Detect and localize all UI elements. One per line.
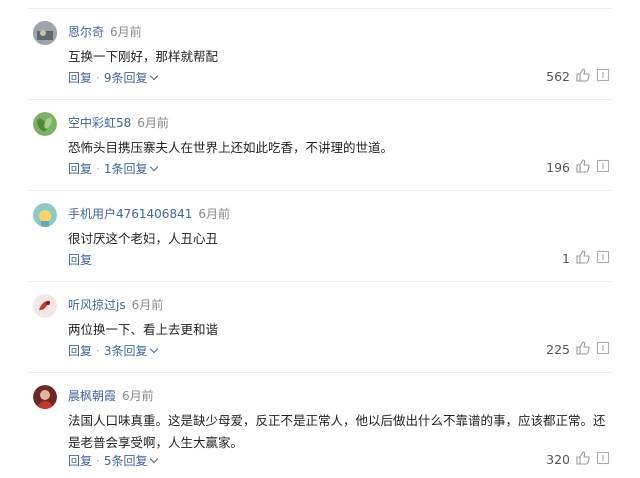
thumb-up-icon[interactable] (576, 341, 590, 358)
comment-stats: 225 (546, 341, 610, 358)
view-replies-button[interactable]: 3条回复 (103, 344, 159, 358)
replies-count: 1条回复 (103, 162, 148, 176)
reply-button[interactable]: 回复 (68, 253, 92, 267)
comment-header: 手机用户4761406841 6月前 (68, 205, 230, 222)
comment-header: 恩尔奇 6月前 (68, 23, 142, 40)
chevron-down-icon (150, 454, 159, 464)
comment-item: 恩尔奇 6月前 互换一下刚好，那样就帮配 回复 · 9条回复 562 (0, 21, 640, 91)
comment-header: 空中彩虹58 6月前 (68, 114, 169, 131)
like-count: 225 (546, 342, 570, 357)
comment-text: 恐怖头目携压寨夫人在世界上还如此吃香，不讲理的世道。 (68, 140, 394, 155)
timestamp: 6月前 (110, 25, 142, 39)
comment-actions: 回复 · 5条回复 (68, 452, 159, 469)
comment-item: 手机用户4761406841 6月前 很讨厌这个老妇，人丑心丑 回复 1 (0, 203, 640, 273)
chevron-down-icon (150, 71, 159, 81)
timestamp: 6月前 (137, 116, 169, 130)
username[interactable]: 晨枫朝霞 (68, 389, 116, 403)
thumb-up-icon[interactable] (576, 451, 590, 468)
comment-actions: 回复 · 3条回复 (68, 342, 159, 359)
timestamp: 6月前 (122, 389, 154, 403)
divider (28, 190, 612, 191)
replies-count: 3条回复 (103, 344, 148, 358)
comment-header: 听风掠过js 6月前 (68, 296, 163, 313)
reply-button[interactable]: 回复 (68, 344, 92, 358)
reply-button[interactable]: 回复 (68, 162, 92, 176)
comment-actions: 回复 · 1条回复 (68, 160, 159, 177)
separator-dot: · (96, 71, 100, 85)
username[interactable]: 听风掠过js (68, 298, 126, 312)
like-count: 320 (546, 452, 570, 467)
comment-stats: 320 (546, 451, 610, 468)
comment-item: 空中彩虹58 6月前 恐怖头目携压寨夫人在世界上还如此吃香，不讲理的世道。 回复 ·… (0, 112, 640, 182)
timestamp: 6月前 (131, 298, 164, 312)
more-icon[interactable] (596, 159, 610, 176)
comment-stats: 196 (546, 159, 610, 176)
separator-dot: · (96, 162, 100, 176)
divider (28, 281, 612, 282)
like-count: 562 (546, 69, 570, 84)
more-icon[interactable] (596, 451, 610, 468)
divider (28, 8, 612, 9)
like-count: 1 (562, 251, 570, 266)
thumb-up-icon[interactable] (576, 68, 590, 85)
reply-button[interactable]: 回复 (68, 71, 92, 85)
comment-list: 恩尔奇 6月前 互换一下刚好，那样就帮配 回复 · 9条回复 562 空中彩虹58 6月… (0, 0, 640, 478)
separator-dot: · (96, 344, 100, 358)
avatar[interactable] (33, 294, 57, 318)
view-replies-button[interactable]: 9条回复 (103, 71, 159, 85)
more-icon[interactable] (596, 250, 610, 267)
comment-header: 晨枫朝霞 6月前 (68, 387, 154, 404)
comment-actions: 回复 · 9条回复 (68, 69, 159, 86)
view-replies-button[interactable]: 1条回复 (103, 162, 159, 176)
comment-actions: 回复 (68, 251, 92, 268)
comment-item: 听风掠过js 6月前 两位换一下、看上去更和谐 回复 · 3条回复 225 (0, 294, 640, 364)
thumb-up-icon[interactable] (576, 250, 590, 267)
avatar[interactable] (33, 385, 57, 409)
comment-item: 晨枫朝霞 6月前 法国人口味真重。这是缺少母爱，反正不是正常人，他以后做出什么不靠… (0, 385, 640, 475)
chevron-down-icon (150, 162, 159, 172)
avatar[interactable] (33, 203, 57, 227)
comment-text: 两位换一下、看上去更和谐 (68, 322, 219, 337)
replies-count: 9条回复 (103, 71, 148, 85)
more-icon[interactable] (596, 341, 610, 358)
comment-text: 法国人口味真重。这是缺少母爱，反正不是正常人，他以后做出什么不靠谱的事，应该都正… (68, 413, 606, 450)
username[interactable]: 手机用户4761406841 (68, 207, 192, 221)
thumb-up-icon[interactable] (576, 159, 590, 176)
replies-count: 5条回复 (103, 454, 148, 468)
more-icon[interactable] (596, 68, 610, 85)
avatar[interactable] (33, 21, 57, 45)
username[interactable]: 空中彩虹58 (68, 116, 131, 130)
separator-dot: · (96, 454, 100, 468)
like-count: 196 (546, 160, 570, 175)
comment-text: 互换一下刚好，那样就帮配 (68, 49, 219, 64)
username[interactable]: 恩尔奇 (68, 25, 104, 39)
avatar[interactable] (33, 112, 57, 136)
comment-text: 很讨厌这个老妇，人丑心丑 (68, 231, 219, 246)
divider (28, 99, 612, 100)
timestamp: 6月前 (198, 207, 230, 221)
divider (28, 372, 612, 373)
reply-button[interactable]: 回复 (68, 454, 92, 468)
comment-stats: 1 (562, 250, 610, 267)
chevron-down-icon (150, 344, 159, 354)
comment-stats: 562 (546, 68, 610, 85)
view-replies-button[interactable]: 5条回复 (103, 454, 159, 468)
